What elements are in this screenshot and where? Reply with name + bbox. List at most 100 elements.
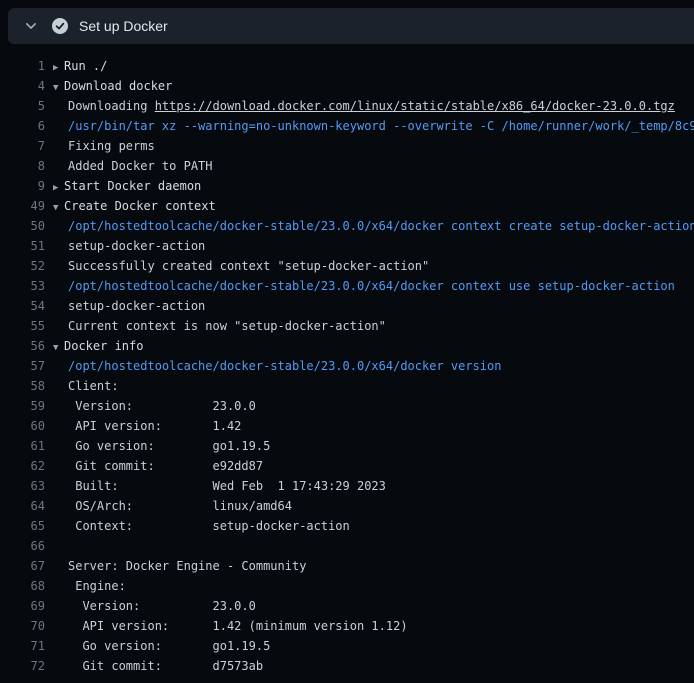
line-number[interactable]: 72 bbox=[0, 656, 45, 676]
log-text: setup-docker-action bbox=[68, 239, 205, 253]
download-url-link[interactable]: https://download.docker.com/linux/static… bbox=[155, 99, 675, 113]
line-number[interactable]: 57 bbox=[0, 356, 45, 376]
triangle-expanded-icon[interactable]: ▼ bbox=[53, 338, 64, 356]
log-line: 69 Version: 23.0.0 bbox=[0, 596, 694, 616]
line-number[interactable]: 67 bbox=[0, 556, 45, 576]
log-line: 62 Git commit: e92dd87 bbox=[0, 456, 694, 476]
log-text: Fixing perms bbox=[68, 139, 155, 153]
log-output: 1▶Run ./4▼Download docker5Downloading ht… bbox=[0, 44, 694, 676]
line-number[interactable]: 52 bbox=[0, 256, 45, 276]
line-number[interactable]: 65 bbox=[0, 516, 45, 536]
log-text: Version: 23.0.0 bbox=[53, 596, 256, 616]
log-text: Go version: go1.19.5 bbox=[68, 639, 270, 653]
log-text: Version: 23.0.0 bbox=[68, 599, 256, 613]
log-line: 50/opt/hostedtoolcache/docker-stable/23.… bbox=[0, 216, 694, 236]
line-number[interactable]: 51 bbox=[0, 236, 45, 256]
line-number[interactable]: 7 bbox=[0, 136, 45, 156]
log-text: Version: 23.0.0 bbox=[53, 396, 256, 416]
line-number[interactable]: 56 bbox=[0, 336, 45, 356]
line-number[interactable]: 59 bbox=[0, 396, 45, 416]
command-text: /opt/hostedtoolcache/docker-stable/23.0.… bbox=[68, 279, 675, 293]
log-line: 68 Engine: bbox=[0, 576, 694, 596]
log-line: 55Current context is now "setup-docker-a… bbox=[0, 316, 694, 336]
log-text: Client: bbox=[68, 379, 119, 393]
line-number[interactable]: 63 bbox=[0, 476, 45, 496]
triangle-expanded-icon[interactable]: ▼ bbox=[53, 78, 64, 96]
log-text: Server: Docker Engine - Community bbox=[68, 559, 306, 573]
group-title: Run ./ bbox=[64, 59, 107, 73]
log-text: Engine: bbox=[53, 576, 126, 596]
group-toggle[interactable]: ▶Start Docker daemon bbox=[53, 176, 201, 196]
group-title: Create Docker context bbox=[64, 199, 216, 213]
line-number[interactable]: 8 bbox=[0, 156, 45, 176]
log-text: Successfully created context "setup-dock… bbox=[53, 256, 429, 276]
log-text bbox=[53, 536, 68, 556]
line-number[interactable]: 4 bbox=[0, 76, 45, 96]
log-text: setup-docker-action bbox=[53, 236, 205, 256]
log-text: Go version: go1.19.5 bbox=[53, 436, 270, 456]
log-text: Context: setup-docker-action bbox=[53, 516, 350, 536]
line-number[interactable]: 66 bbox=[0, 536, 45, 556]
line-number[interactable]: 1 bbox=[0, 56, 45, 76]
log-text: Built: Wed Feb 1 17:43:29 2023 bbox=[53, 476, 386, 496]
log-text: Built: Wed Feb 1 17:43:29 2023 bbox=[68, 479, 386, 493]
step-header-set-up-docker[interactable]: Set up Docker bbox=[8, 8, 694, 44]
group-toggle[interactable]: ▼Download docker bbox=[53, 76, 172, 96]
group-toggle[interactable]: ▼Docker info bbox=[53, 336, 143, 356]
log-line: 7 Fixing perms bbox=[0, 136, 694, 156]
log-text: Added Docker to PATH bbox=[53, 156, 213, 176]
log-text: OS/Arch: linux/amd64 bbox=[68, 499, 292, 513]
log-line: 66 bbox=[0, 536, 694, 556]
log-line: 54setup-docker-action bbox=[0, 296, 694, 316]
group-toggle[interactable]: ▶Run ./ bbox=[53, 56, 107, 76]
log-text: API version: 1.42 (minimum version 1.12) bbox=[68, 619, 408, 633]
log-line: 59 Version: 23.0.0 bbox=[0, 396, 694, 416]
line-number[interactable]: 5 bbox=[0, 96, 45, 116]
log-line: 60 API version: 1.42 bbox=[0, 416, 694, 436]
log-text: Server: Docker Engine - Community bbox=[53, 556, 306, 576]
log-line: 64 OS/Arch: linux/amd64 bbox=[0, 496, 694, 516]
log-text: API version: 1.42 bbox=[53, 416, 241, 436]
command-text: /opt/hostedtoolcache/docker-stable/23.0.… bbox=[53, 356, 501, 376]
line-number[interactable]: 6 bbox=[0, 116, 45, 136]
line-number[interactable]: 54 bbox=[0, 296, 45, 316]
log-text: Context: setup-docker-action bbox=[68, 519, 350, 533]
chevron-down-icon[interactable] bbox=[23, 18, 39, 34]
triangle-expanded-icon[interactable]: ▼ bbox=[53, 198, 64, 216]
line-number[interactable]: 71 bbox=[0, 636, 45, 656]
log-text: Added Docker to PATH bbox=[68, 159, 213, 173]
log-line: 1 ▶Run ./ bbox=[0, 56, 694, 76]
line-number[interactable]: 50 bbox=[0, 216, 45, 236]
command-text: /usr/bin/tar xz --warning=no-unknown-key… bbox=[53, 116, 694, 136]
line-number[interactable]: 62 bbox=[0, 456, 45, 476]
line-number[interactable]: 58 bbox=[0, 376, 45, 396]
group-toggle[interactable]: ▼Create Docker context bbox=[53, 196, 216, 216]
line-number[interactable]: 60 bbox=[0, 416, 45, 436]
log-line: 6/usr/bin/tar xz --warning=no-unknown-ke… bbox=[0, 116, 694, 136]
triangle-collapsed-icon[interactable]: ▶ bbox=[53, 58, 64, 76]
line-number[interactable]: 49 bbox=[0, 196, 45, 216]
log-line: 70 API version: 1.42 (minimum version 1.… bbox=[0, 616, 694, 636]
line-number[interactable]: 64 bbox=[0, 496, 45, 516]
triangle-collapsed-icon[interactable]: ▶ bbox=[53, 178, 64, 196]
log-line: 53/opt/hostedtoolcache/docker-stable/23.… bbox=[0, 276, 694, 296]
log-text: Engine: bbox=[68, 579, 126, 593]
line-number[interactable]: 69 bbox=[0, 596, 45, 616]
step-title: Set up Docker bbox=[79, 18, 168, 34]
command-text: /opt/hostedtoolcache/docker-stable/23.0.… bbox=[68, 219, 694, 233]
log-line: 65 Context: setup-docker-action bbox=[0, 516, 694, 536]
log-line: 61 Go version: go1.19.5 bbox=[0, 436, 694, 456]
line-number[interactable]: 53 bbox=[0, 276, 45, 296]
line-number[interactable]: 55 bbox=[0, 316, 45, 336]
log-line: 56 ▼Docker info bbox=[0, 336, 694, 356]
log-text: Downloading https://download.docker.com/… bbox=[53, 96, 675, 116]
line-number[interactable]: 70 bbox=[0, 616, 45, 636]
command-text: /opt/hostedtoolcache/docker-stable/23.0.… bbox=[53, 276, 675, 296]
line-number[interactable]: 68 bbox=[0, 576, 45, 596]
log-text: Git commit: e92dd87 bbox=[53, 456, 263, 476]
line-number[interactable]: 61 bbox=[0, 436, 45, 456]
log-line: 9 ▶Start Docker daemon bbox=[0, 176, 694, 196]
log-text: Client: bbox=[53, 376, 119, 396]
log-text: Git commit: d7573ab bbox=[68, 659, 263, 673]
line-number[interactable]: 9 bbox=[0, 176, 45, 196]
